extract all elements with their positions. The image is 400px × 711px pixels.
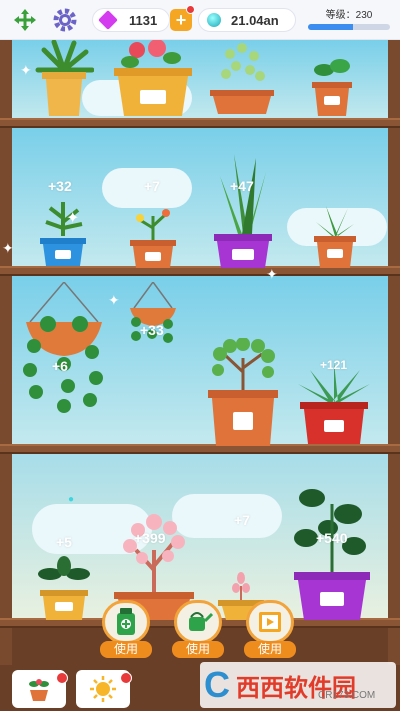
notification-badge [56, 672, 68, 684]
coin-float-text: +6 [52, 358, 68, 374]
sparkle-icon: ✦ [108, 292, 120, 308]
gem-counter: 1131 [92, 8, 170, 32]
sparkle-icon: ✦ [66, 210, 80, 227]
gem-count: 1131 [129, 12, 158, 28]
sparkle-icon: ✦ [2, 240, 14, 256]
coin-float-text: +121 [320, 358, 348, 372]
plant-fern-pot[interactable] [34, 39, 95, 123]
watering-can-icon [189, 612, 213, 631]
game-screen: ✦ ✦ ✦ ✦ ✦ ● +32 +7 +47 +33 +6 +121 +5 +3… [0, 0, 400, 711]
plant-succulent-bowl[interactable] [208, 40, 276, 121]
plant-monstera-purple-pot[interactable] [292, 484, 372, 625]
video-button[interactable]: 使用 [244, 600, 296, 658]
use-label[interactable]: 使用 [244, 641, 296, 658]
watering-can-button[interactable]: 使用 [172, 600, 224, 658]
plant-hanging-ivy[interactable] [20, 281, 108, 423]
coin-count: 21.04an [231, 12, 279, 28]
coin-counter: 21.04an [198, 8, 296, 32]
sun-icon [90, 676, 116, 702]
notification-badge [120, 672, 132, 684]
gear-icon[interactable] [50, 5, 80, 35]
plant-small-leaf-pot[interactable] [310, 56, 354, 123]
sparkle-icon: ✦ [266, 266, 278, 282]
plant-aloe-red-pot[interactable] [298, 362, 370, 449]
potted-plant-icon [29, 679, 49, 701]
plant-herb-blue-pot[interactable] [38, 198, 88, 273]
coin-float-text: +540 [316, 530, 348, 546]
shelf-post-right [388, 40, 400, 670]
coin-float-text: +33 [140, 322, 164, 338]
notification-badge [186, 5, 195, 14]
level-label: 等级：230 [325, 10, 373, 21]
coin-orb-icon [207, 13, 221, 27]
use-label[interactable]: 使用 [172, 641, 224, 658]
move-arrows-icon[interactable] [10, 5, 40, 35]
coin-float-text: +7 [234, 512, 250, 528]
plant-bromeliad-pot[interactable] [312, 198, 358, 273]
fertilizer-icon [117, 608, 135, 635]
plant-daisy-pot[interactable] [128, 206, 178, 273]
fertilizer-button[interactable]: 使用 [100, 600, 152, 658]
coin-float-text: +7 [144, 178, 160, 194]
sparkle-icon: ● [68, 494, 75, 505]
plant-rubber-plant-pot[interactable] [36, 556, 92, 625]
watermark-logo: C 西西软件园 CR173.COM [200, 662, 396, 708]
top-hud: 1131 + 21.04an 等级：230 [0, 0, 400, 40]
gem-icon [98, 10, 118, 30]
level-progress-fill [308, 24, 354, 30]
plant-snake-purple-pot[interactable] [212, 150, 274, 273]
plant-jade-tree-pot[interactable] [206, 337, 280, 451]
sparkle-icon: ✦ [20, 62, 32, 78]
watermark-subtext: CR173.COM [318, 690, 376, 701]
level-progress-bar [308, 24, 390, 30]
plant-flower-pot[interactable] [112, 39, 194, 121]
watermark-c-icon: C [204, 664, 230, 705]
coin-float-text: +47 [230, 178, 254, 194]
level-indicator: 等级：230 [308, 6, 390, 34]
coin-float-text: +5 [56, 534, 72, 550]
shelf-post-left [0, 40, 12, 670]
plant-hanging-small[interactable] [126, 281, 180, 351]
video-icon [259, 612, 281, 632]
use-label[interactable]: 使用 [100, 641, 152, 658]
coin-float-text: +399 [134, 530, 166, 546]
coin-float-text: +32 [48, 178, 72, 194]
